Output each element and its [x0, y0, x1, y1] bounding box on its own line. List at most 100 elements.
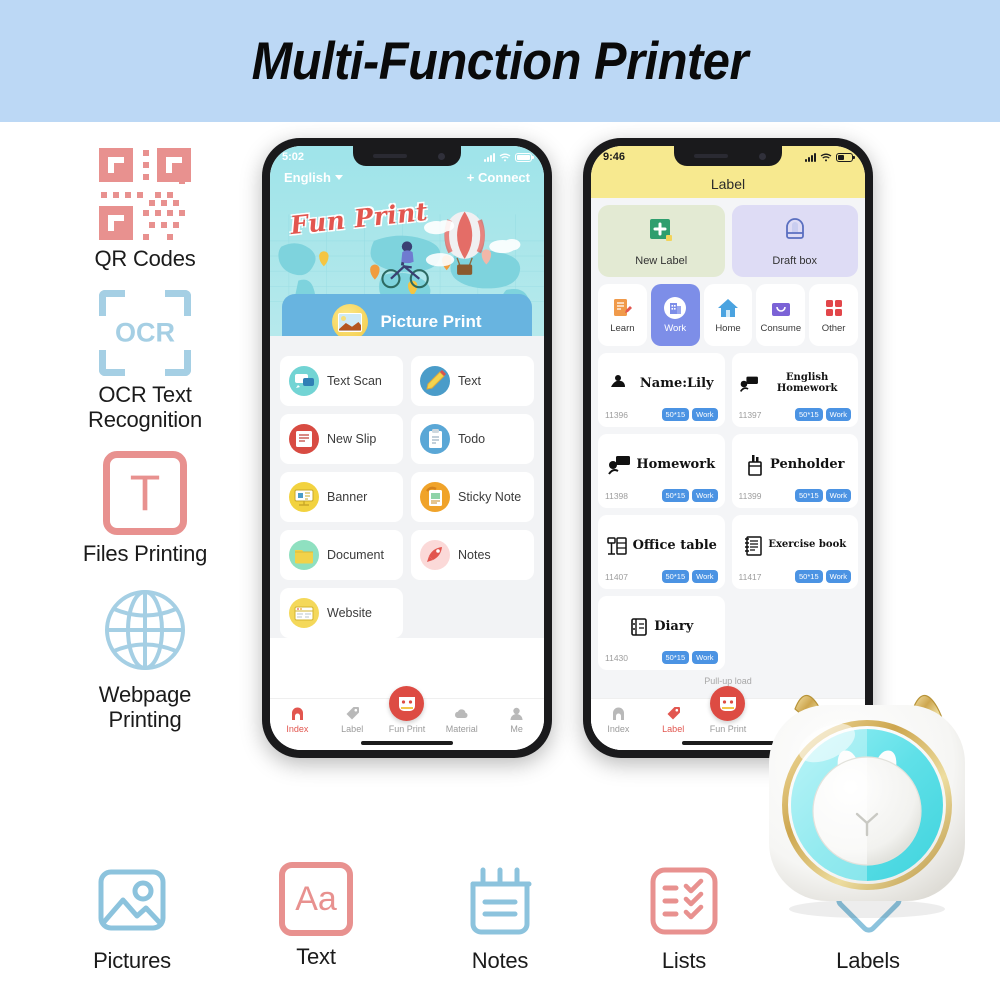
category-label: Home	[715, 323, 741, 334]
battery-icon	[836, 152, 855, 162]
tag-badge: Work	[825, 408, 851, 421]
phone-mockup-label: 9:46 Label New Label Draft box Learn Wor…	[583, 138, 873, 758]
category-learn[interactable]: Learn	[598, 284, 647, 346]
label-template-grid: Name:Lily 11396 50*15 Work English Homew…	[598, 353, 858, 670]
language-selector[interactable]: English	[284, 170, 343, 185]
label-id: 11430	[605, 652, 629, 663]
picture-print-button[interactable]: Picture Print	[282, 294, 532, 336]
label-card[interactable]: Office table 11407 50*15 Work	[598, 515, 725, 589]
home-indicator	[361, 741, 453, 745]
page-title: Multi-Function Printer	[251, 31, 749, 91]
tile-label: Sticky Note	[458, 490, 522, 504]
feature-label: Text	[296, 944, 336, 969]
label-body: New Label Draft box Learn Work Home Cons…	[591, 198, 865, 750]
tab-index[interactable]: Index	[591, 705, 646, 734]
label-preview: Homework	[605, 440, 718, 489]
label-footer: 11399 50*15 Work	[739, 489, 851, 502]
tile-notes[interactable]: Notes	[411, 530, 534, 580]
label-card[interactable]: Penholder 11399 50*15 Work	[731, 434, 858, 508]
status-icons	[484, 152, 534, 162]
tile-todo[interactable]: Todo	[411, 414, 534, 464]
home-hero-banner: 5:02 English + Connect Fun Print Picture…	[270, 146, 544, 336]
label-card[interactable]: English Homework 11397 50*15 Work	[731, 353, 858, 427]
status-time: 5:02	[282, 151, 305, 163]
todo-icon	[420, 424, 450, 454]
label-badges: 50*15 Work	[661, 408, 718, 421]
label-id: 11398	[605, 490, 629, 501]
tab-me[interactable]: Me	[489, 705, 544, 734]
tile-label: Banner	[327, 490, 368, 504]
cloud-icon	[453, 705, 470, 722]
new-label-card[interactable]: New Label	[598, 205, 725, 277]
feature-files-printing: T Files Printing	[82, 450, 208, 567]
signal-bars-icon	[484, 152, 495, 162]
tab-label: Material	[445, 724, 478, 734]
receipt-icon	[289, 424, 319, 454]
tile-banner[interactable]: Banner	[280, 472, 403, 522]
tile-website[interactable]: Website	[280, 588, 403, 638]
chat-icon	[608, 455, 631, 475]
tab-label[interactable]: Label	[646, 705, 701, 734]
tab-fun-print[interactable]: Fun Print	[380, 686, 435, 734]
label-card[interactable]: Diary 11430 50*15 Work	[598, 596, 725, 670]
banner-icon	[289, 482, 319, 512]
label-preview: Exercise book	[739, 521, 852, 570]
tab-index[interactable]: Index	[270, 705, 325, 734]
new-label-icon	[646, 215, 676, 250]
fun-print-icon	[389, 686, 425, 721]
learn-icon	[610, 296, 634, 320]
category-label: Work	[664, 323, 687, 334]
chat-icon	[739, 376, 758, 392]
feature-label: QR Codes	[94, 246, 196, 271]
feature-webpage-printing: Webpage Printing	[99, 584, 191, 733]
label-preview: Name:Lily	[605, 359, 718, 408]
tile-label: New Slip	[327, 432, 377, 446]
picture-icon	[93, 862, 171, 940]
category-tabs: Learn Work Home Consume Other	[598, 284, 858, 346]
label-card[interactable]: Exercise book 11417 50*15 Work	[731, 515, 858, 589]
category-work[interactable]: Work	[650, 284, 700, 346]
tag-badge: Work	[692, 570, 718, 583]
left-feature-column: QR Codes OCR OCR Text Recognition T File…	[40, 148, 250, 751]
notebook-icon	[745, 535, 763, 556]
tile-text-scan[interactable]: Text Scan	[280, 356, 403, 406]
label-preview: Diary	[605, 602, 718, 651]
battery-icon	[515, 152, 534, 162]
label-card[interactable]: Homework 11398 50*15 Work	[598, 434, 725, 508]
draft-box-card[interactable]: Draft box	[731, 205, 858, 277]
label-footer: 11417 50*15 Work	[738, 570, 851, 583]
size-badge: 50*15	[661, 408, 690, 421]
webpage-label-line1: Webpage	[98, 682, 192, 708]
feature-label: Pictures	[93, 948, 171, 973]
status-icons	[805, 152, 855, 162]
tile-sticky-note[interactable]: Sticky Note	[411, 472, 534, 522]
connect-button[interactable]: + Connect	[467, 170, 530, 185]
size-badge: 50*15	[795, 408, 823, 421]
size-badge: 50*15	[661, 570, 690, 583]
text-scan-icon	[289, 366, 319, 396]
category-consume[interactable]: Consume	[756, 284, 806, 346]
category-label: Other	[821, 323, 846, 334]
label-preview: English Homework	[739, 359, 852, 408]
tile-document[interactable]: Document	[280, 530, 403, 580]
feature-label: Notes	[471, 948, 529, 973]
tab-label[interactable]: Label	[325, 705, 380, 734]
label-footer: 11407 50*15 Work	[605, 570, 718, 583]
tile-text[interactable]: Text	[411, 356, 534, 406]
feature-notes: Notes	[415, 862, 585, 974]
diary-icon	[631, 617, 648, 636]
phone-notch	[353, 146, 461, 166]
tile-label: Todo	[458, 432, 486, 446]
feature-ocr: OCR OCR Text Recognition	[88, 289, 202, 433]
feature-label: Files Printing	[82, 540, 208, 566]
label-card[interactable]: Name:Lily 11396 50*15 Work	[598, 353, 725, 427]
tab-material[interactable]: Material	[434, 705, 489, 734]
tile-new-slip[interactable]: New Slip	[280, 414, 403, 464]
label-footer: 11397 50*15 Work	[739, 408, 851, 421]
label-id: 11417	[738, 571, 762, 582]
ocr-label-line2: Recognition	[88, 406, 202, 432]
ocr-icon-text: OCR	[115, 317, 175, 348]
consume-icon	[769, 296, 793, 320]
category-other[interactable]: Other	[809, 284, 858, 346]
category-home[interactable]: Home	[703, 284, 753, 346]
